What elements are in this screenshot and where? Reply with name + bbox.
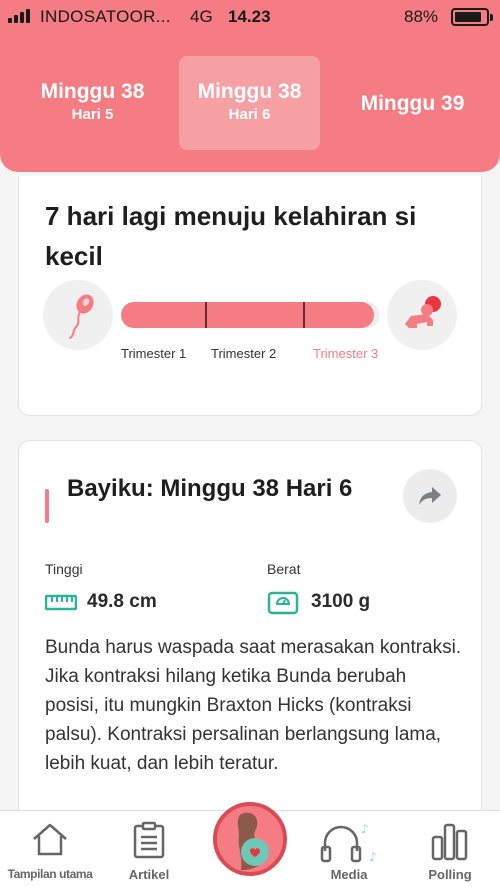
status-time: 14.23 [228, 7, 271, 26]
tab-week-label: Minggu 38 [197, 80, 302, 103]
article-icon [132, 821, 166, 864]
battery-percent: 88% [404, 7, 439, 26]
ruler-icon [44, 591, 78, 618]
share-icon [419, 487, 441, 505]
header: INDOSATOOR... 4G 14.23 88% Minggu 38 Har… [0, 0, 500, 172]
trimester-2-label: Trimester 2 [211, 346, 277, 361]
pregnancy-center-button[interactable] [213, 802, 287, 876]
nav-item-media[interactable]: ♪ ♪ Media [300, 811, 398, 887]
tab-week-label: Minggu 39 [360, 92, 465, 115]
countdown-card: 7 hari lagi menuju kelahiran si kecil Tr… [18, 176, 482, 416]
nav-item-polling[interactable]: Polling [400, 811, 500, 887]
weight-value: 3100 g [311, 591, 371, 612]
baby-description: Bunda harus waspada saat merasakan kontr… [45, 637, 462, 774]
tab-week-prev[interactable]: Minggu 38 Hari 5 [20, 56, 165, 150]
height-value: 49.8 cm [87, 591, 157, 612]
title-accent-bar [45, 489, 49, 523]
tab-week-current[interactable]: Minggu 38 Hari 6 [179, 56, 320, 150]
height-label: Tinggi [45, 561, 83, 577]
baby-info-card: Bayiku: Minggu 38 Hari 6 Tinggi Berat 49… [18, 440, 482, 820]
nav-label: Tampilan utama [7, 867, 93, 881]
poll-icon [430, 821, 470, 866]
svg-text:♪: ♪ [369, 850, 377, 863]
pregnancy-icon [237, 812, 269, 870]
tab-day-label: Hari 6 [228, 106, 271, 123]
nav-label: Polling [428, 867, 472, 882]
status-bar: INDOSATOOR... 4G 14.23 88% [0, 0, 500, 34]
network-type: 4G [190, 7, 213, 26]
countdown-text: 7 hari lagi menuju kelahiran si kecil [45, 201, 417, 271]
nav-label: Artikel [128, 867, 170, 882]
weight-label: Berat [267, 561, 301, 577]
battery-icon [451, 8, 493, 26]
home-icon [30, 821, 70, 862]
tab-week-next[interactable]: Minggu 39 [340, 56, 485, 150]
share-button[interactable] [403, 469, 457, 523]
nav-item-article[interactable]: Artikel [100, 811, 198, 887]
trimester-progress-bar [121, 302, 379, 328]
headphones-icon: ♪ ♪ [319, 821, 379, 868]
baby-title: Bayiku: Minggu 38 Hari 6 [67, 475, 353, 502]
crawling-baby-icon [387, 280, 457, 350]
nav-item-home[interactable]: Tampilan utama [0, 811, 100, 887]
trimester-1-label: Trimester 1 [121, 346, 187, 361]
carrier-name: INDOSATOOR... [40, 7, 171, 26]
signal-icon [8, 9, 30, 23]
svg-text:♪: ♪ [361, 822, 369, 836]
scale-icon [267, 591, 299, 620]
nav-label: Media [330, 867, 368, 882]
tab-week-label: Minggu 38 [40, 80, 145, 103]
trimester-3-label: Trimester 3 [313, 346, 379, 361]
sperm-icon [43, 280, 113, 350]
tab-day-label: Hari 5 [71, 106, 114, 123]
